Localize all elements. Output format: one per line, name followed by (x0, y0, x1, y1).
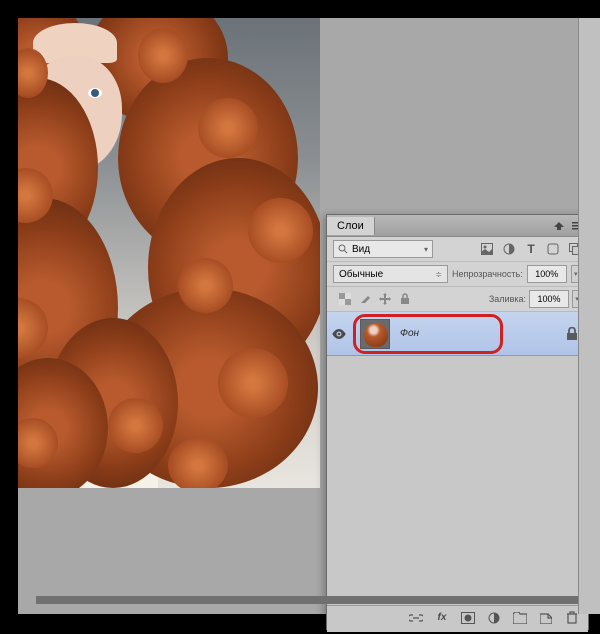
chevron-down-icon: ≑ (435, 270, 442, 279)
search-icon (338, 244, 348, 254)
new-layer-icon[interactable] (538, 611, 554, 625)
group-icon[interactable] (512, 611, 528, 625)
filter-row: Вид ▾ T (327, 237, 588, 262)
layer-thumbnail[interactable] (360, 319, 390, 349)
lock-all-icon[interactable] (399, 293, 411, 305)
adjustment-filter-icon[interactable] (502, 242, 516, 256)
blend-mode-row: Обычные ≑ Непрозрачность: 100% ▾ (327, 262, 588, 287)
fill-value[interactable]: 100% (529, 290, 569, 308)
filter-label: Вид (352, 244, 370, 255)
layers-panel: Слои Вид ▾ T (326, 214, 589, 630)
layers-list: Фон (327, 312, 588, 632)
fill-label: Заливка: (489, 294, 526, 304)
collapse-icon[interactable] (552, 219, 566, 233)
lock-pixels-icon[interactable] (339, 293, 351, 305)
blend-mode-value: Обычные (339, 269, 383, 280)
right-dock (578, 18, 600, 614)
layer-lock-icon[interactable] (566, 327, 578, 341)
blend-mode-dropdown[interactable]: Обычные ≑ (333, 265, 448, 283)
image-filter-icon[interactable] (480, 242, 494, 256)
status-bar-edge (36, 596, 600, 604)
lock-move-icon[interactable] (379, 293, 391, 305)
layer-row[interactable]: Фон (327, 312, 588, 356)
adjustment-layer-icon[interactable] (486, 611, 502, 625)
mask-icon[interactable] (460, 611, 476, 625)
layers-tab[interactable]: Слои (327, 217, 375, 235)
link-layers-icon[interactable] (408, 611, 424, 625)
opacity-value[interactable]: 100% (527, 265, 567, 283)
workspace: Слои Вид ▾ T (18, 18, 582, 614)
lock-brush-icon[interactable] (359, 293, 371, 305)
lock-row: Заливка: 100% ▾ (327, 287, 588, 312)
shape-filter-icon[interactable] (546, 242, 560, 256)
layer-filter-dropdown[interactable]: Вид ▾ (333, 240, 433, 258)
canvas-image[interactable] (18, 18, 320, 488)
panel-footer: fx (327, 605, 588, 629)
opacity-label: Непрозрачность: (452, 269, 523, 279)
layer-name-label: Фон (400, 328, 419, 339)
panel-header: Слои (327, 215, 588, 237)
layer-highlight: Фон (353, 314, 503, 354)
text-filter-icon[interactable]: T (524, 242, 538, 256)
visibility-icon[interactable] (332, 329, 346, 339)
fx-icon[interactable]: fx (434, 611, 450, 625)
